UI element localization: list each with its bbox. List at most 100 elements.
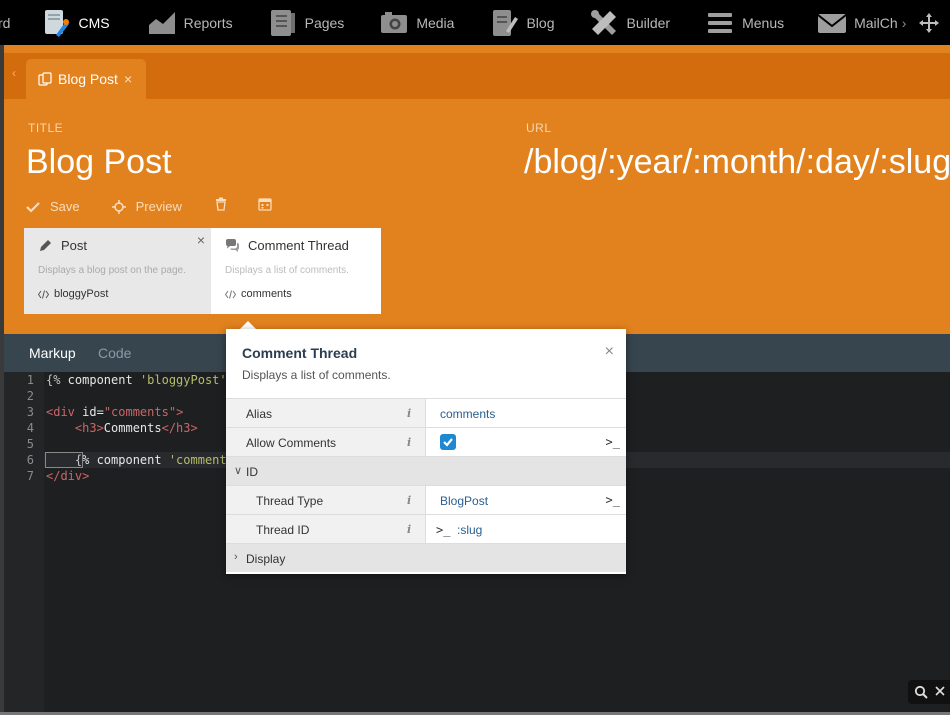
alias-input[interactable]: comments xyxy=(440,407,495,421)
close-icon[interactable]: × xyxy=(197,232,205,248)
nav-item-menus[interactable]: Menus xyxy=(704,0,784,45)
terminal-icon[interactable]: >_ xyxy=(606,493,620,507)
line-number: 1 xyxy=(26,373,34,387)
inspector-popup: Comment Thread Displays a list of commen… xyxy=(226,329,626,574)
url-label: URL xyxy=(526,121,552,135)
nav-item-builder[interactable]: Builder xyxy=(588,0,670,45)
line-number: 6 xyxy=(26,453,34,467)
code-icon xyxy=(225,289,236,299)
nav-more-chevron-icon[interactable]: › xyxy=(902,15,907,31)
component-alias: comments xyxy=(225,288,367,300)
close-icon[interactable]: × xyxy=(605,343,614,361)
nav-item-blog[interactable]: Blog xyxy=(488,0,554,45)
component-title-text: Post xyxy=(61,238,88,253)
component-card-comment-thread[interactable]: Comment Thread Displays a list of commen… xyxy=(211,228,381,314)
property-row-thread-type: Thread Type i BlogPost >_ xyxy=(226,485,626,515)
nav-item-cms[interactable]: CMS xyxy=(40,0,110,45)
url-input[interactable]: /blog/:year/:month/:day/:slug* xyxy=(524,143,950,182)
property-group-display[interactable]: › Display xyxy=(226,543,626,572)
calendar-icon xyxy=(258,198,272,211)
nav-label: Menus xyxy=(742,14,785,31)
toolbar: Save Preview xyxy=(26,197,302,216)
code-line-1: {% component 'bloggyPost' xyxy=(46,373,227,387)
nav-label: rd xyxy=(0,14,11,31)
nav-label: Pages xyxy=(304,14,345,31)
reports-icon xyxy=(146,7,178,39)
component-card-post[interactable]: Post Displays a blog post on the page. b… xyxy=(24,228,211,314)
property-label: Allow Comments xyxy=(226,428,426,457)
editor-search-button[interactable] xyxy=(908,680,950,704)
thread-id-input[interactable]: :slug xyxy=(457,523,482,537)
info-icon[interactable]: i xyxy=(407,494,411,507)
close-icon[interactable]: × xyxy=(124,71,132,87)
cms-icon xyxy=(40,7,72,39)
component-alias-text: comments xyxy=(241,288,292,300)
tab-bar: ‹ Blog Post × xyxy=(4,53,950,99)
save-button[interactable]: Save xyxy=(26,199,80,214)
nav-item-media[interactable]: Media xyxy=(378,0,454,45)
nav-label: CMS xyxy=(78,14,110,31)
thread-type-input[interactable]: BlogPost xyxy=(440,494,488,508)
check-icon xyxy=(443,438,453,447)
component-alias: bloggyPost xyxy=(38,288,197,300)
preview-label: Preview xyxy=(135,199,182,214)
tab-markup[interactable]: Markup xyxy=(29,345,76,361)
component-title: Post xyxy=(38,238,197,253)
nav-item-mailchimp[interactable]: MailCh › xyxy=(816,0,906,45)
blog-icon xyxy=(488,7,520,39)
schedule-button[interactable] xyxy=(258,197,272,216)
line-number: 7 xyxy=(26,469,34,483)
top-nav: rd CMS Reports Pages Media Blog Builder … xyxy=(0,0,950,45)
pages-icon xyxy=(267,7,299,39)
tab-code[interactable]: Code xyxy=(98,345,131,361)
property-group-id[interactable]: ∨ ID xyxy=(226,456,626,485)
nav-label: Blog xyxy=(526,14,555,31)
info-icon[interactable]: i xyxy=(407,523,411,536)
nav-item-reports[interactable]: Reports xyxy=(146,0,233,45)
code-line-3: <div id="comments"> xyxy=(46,405,184,419)
component-description: Displays a list of comments. xyxy=(225,265,349,276)
terminal-icon[interactable]: >_ xyxy=(436,523,450,537)
info-icon[interactable]: i xyxy=(407,407,411,420)
save-label: Save xyxy=(50,199,80,214)
mail-icon xyxy=(816,7,848,39)
property-label: Alias xyxy=(226,399,426,428)
chevron-right-icon: › xyxy=(234,551,238,563)
nav-item-pages[interactable]: Pages xyxy=(267,0,345,45)
search-icon xyxy=(914,685,928,699)
group-label: ID xyxy=(246,465,258,479)
code-line-7: </div> xyxy=(46,469,90,483)
component-alias-text: bloggyPost xyxy=(54,288,109,300)
chevron-left-icon[interactable]: ‹ xyxy=(12,66,16,80)
nav-item-move[interactable] xyxy=(918,0,946,45)
allow-comments-checkbox[interactable] xyxy=(440,434,456,450)
tab-blog-post[interactable]: Blog Post × xyxy=(26,59,146,99)
pencil-icon xyxy=(40,240,51,251)
terminal-icon[interactable]: >_ xyxy=(606,435,620,449)
nav-item-dashboard[interactable]: rd xyxy=(0,0,10,45)
component-title: Comment Thread xyxy=(225,238,367,253)
line-number: 2 xyxy=(26,389,34,403)
property-table: Alias i comments Allow Comments i >_ ∨ I… xyxy=(226,398,626,572)
component-description: Displays a blog post on the page. xyxy=(38,265,186,276)
nav-label: MailCh xyxy=(854,14,898,31)
title-label: TITLE xyxy=(28,121,64,135)
tab-label: Blog Post xyxy=(58,71,118,87)
move-arrows-icon xyxy=(918,12,940,34)
preview-button[interactable]: Preview xyxy=(111,199,182,214)
property-row-allow-comments: Allow Comments i >_ xyxy=(226,427,626,457)
builder-icon xyxy=(588,7,620,39)
trash-icon xyxy=(215,197,226,211)
line-number: 4 xyxy=(26,421,34,435)
info-icon[interactable]: i xyxy=(407,436,411,449)
title-input[interactable]: Blog Post xyxy=(26,143,172,182)
popup-arrow xyxy=(240,321,256,329)
line-number: 3 xyxy=(26,405,34,419)
delete-button[interactable] xyxy=(214,197,228,216)
check-icon xyxy=(26,201,40,213)
menus-icon xyxy=(704,7,736,39)
code-icon xyxy=(38,289,49,299)
chevron-down-icon: ∨ xyxy=(234,465,243,477)
component-title-text: Comment Thread xyxy=(248,238,349,253)
code-line-6: {% component 'comment xyxy=(44,452,227,468)
